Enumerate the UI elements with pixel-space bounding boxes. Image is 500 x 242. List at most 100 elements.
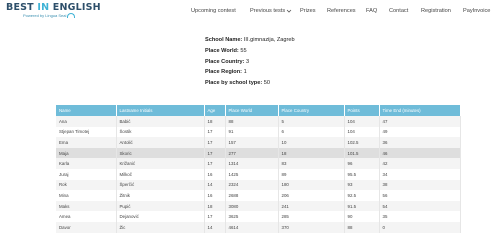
cell-place-world: 277 — [225, 147, 279, 159]
cell-name: Davor — [56, 221, 117, 233]
place-school-type-value: 50 — [263, 80, 270, 87]
cell-place-country: 180 — [278, 179, 345, 191]
cell-place-world: 3080 — [225, 200, 279, 212]
table-row-highlighted[interactable]: Maja Skoric 17 277 18 101.5 46 — [56, 147, 461, 159]
cell-time-end: 34 — [379, 168, 461, 180]
table-row: Davor Žic 14 4614 370 88 0 — [56, 221, 461, 233]
cell-lastname: Šperčić — [116, 179, 205, 191]
column-header-lastname[interactable]: Lastname Initials — [116, 105, 205, 116]
logo-tagline: Powered by Lingua Seal — [23, 13, 76, 18]
nav-pay-invoice[interactable]: PayInvoice — [463, 6, 490, 16]
table-row: Maks Pupić 18 3080 241 91.5 54 — [56, 200, 461, 212]
top-navigation-bar: BEST IN ENGLISH Powered by Lingua Seal U… — [0, 0, 500, 26]
nav-faq[interactable]: FAQ — [366, 6, 377, 16]
school-name-row: School Name: III.gimnazija, Zagreb — [205, 35, 295, 46]
site-logo[interactable]: BEST IN ENGLISH Powered by Lingua Seal — [6, 2, 101, 18]
cell-points: 92.5 — [344, 190, 380, 201]
cell-age: 16 — [204, 168, 226, 180]
cell-age: 17 — [204, 147, 226, 159]
place-country-value: 3 — [246, 58, 250, 65]
cell-place-country: 206 — [278, 190, 345, 201]
table-header-row: Name Lastname Initials Age Place World P… — [56, 105, 461, 116]
cell-lastname: Skoric — [116, 147, 205, 159]
cell-age: 18 — [204, 116, 226, 127]
column-header-points[interactable]: Points — [344, 105, 380, 116]
place-school-type-label: Place by school type: — [205, 80, 263, 87]
cell-points: 95.5 — [344, 168, 380, 180]
cell-place-country: 370 — [278, 221, 345, 233]
cell-time-end: 0 — [379, 221, 461, 233]
cell-points: 91.5 — [344, 200, 380, 212]
cell-name: Rok — [56, 179, 117, 191]
logo-text-in: IN — [33, 2, 53, 13]
cell-place-country: 89 — [278, 168, 345, 180]
cell-lastname: Žitnik — [116, 190, 205, 201]
cell-place-world: 1425 — [225, 168, 279, 180]
place-world-label: Place World: — [205, 47, 239, 54]
cell-place-country: 10 — [278, 137, 345, 148]
cell-time-end: 54 — [379, 200, 461, 212]
cell-place-country: 83 — [278, 158, 345, 169]
nav-references[interactable]: References — [327, 6, 356, 16]
school-name-label: School Name: — [205, 37, 243, 43]
table-row: Ema Antolić 17 157 10 102.5 36 — [56, 137, 461, 148]
nav-registration[interactable]: Registration — [421, 6, 451, 16]
nav-upcoming-contest[interactable]: Upcoming contest — [191, 6, 236, 16]
column-header-place-world[interactable]: Place World — [225, 105, 279, 116]
cell-points: 102.5 — [344, 137, 380, 148]
cell-place-world: 88 — [225, 116, 279, 127]
cell-place-country: 18 — [278, 147, 345, 159]
cell-time-end: 35 — [379, 211, 461, 222]
results-table: Name Lastname Initials Age Place World P… — [56, 105, 461, 233]
cell-lastname: Dejanović — [116, 211, 205, 222]
cell-age: 16 — [204, 190, 226, 201]
cell-place-country: 285 — [278, 211, 345, 222]
cell-place-world: 4614 — [225, 221, 279, 233]
cell-place-world: 1314 — [225, 158, 279, 169]
column-header-time-end[interactable]: Time End (minutes) — [379, 105, 461, 116]
cell-time-end: 38 — [379, 179, 461, 191]
cell-lastname: Šostik — [116, 126, 205, 138]
cell-lastname: Milkoč — [116, 168, 205, 180]
cell-age: 17 — [204, 158, 226, 169]
cell-age: 17 — [204, 126, 226, 138]
place-region-value: 1 — [243, 69, 247, 76]
chevron-down-icon[interactable] — [286, 8, 292, 14]
place-country-row: Place Country: 3 — [205, 57, 295, 68]
logo-text-best: BEST — [6, 2, 34, 13]
cell-name: Ana — [56, 116, 117, 127]
cell-name: Ema — [56, 137, 117, 148]
cell-points: 101.5 — [344, 147, 380, 159]
cell-time-end: 46 — [379, 147, 461, 159]
table-row: Karla Križanić 17 1314 83 96 42 — [56, 158, 461, 169]
table-row: Amea Dejanović 17 3625 285 90 35 — [56, 211, 461, 222]
cell-age: 14 — [204, 221, 226, 233]
logo-seal-icon — [67, 13, 76, 18]
nav-contact[interactable]: Contact — [389, 6, 408, 16]
cell-lastname: Pupić — [116, 200, 205, 212]
cell-lastname: Babić — [116, 116, 205, 127]
nav-prizes[interactable]: Prizes — [300, 6, 316, 16]
cell-name: Karla — [56, 158, 117, 169]
cell-name: Stjepan Timotej — [56, 126, 117, 138]
cell-age: 14 — [204, 179, 226, 191]
cell-name: Juraj — [56, 168, 117, 180]
cell-place-world: 157 — [225, 137, 279, 148]
cell-name: Mina — [56, 190, 117, 201]
nav-previous-tests[interactable]: Previous tests — [250, 6, 285, 16]
logo-text-english: ENGLISH — [52, 2, 101, 13]
cell-points: 88 — [344, 221, 380, 233]
table-row: Mina Žitnik 16 2688 206 92.5 56 — [56, 190, 461, 201]
table-row: Juraj Milkoč 16 1425 89 95.5 34 — [56, 168, 461, 180]
school-info: School Name: III.gimnazija, Zagreb Place… — [205, 35, 295, 89]
cell-age: 18 — [204, 200, 226, 212]
cell-points: 90 — [344, 211, 380, 222]
table-row: Ana Babić 18 88 5 104 47 — [56, 116, 461, 127]
place-world-row: Place World: 55 — [205, 46, 295, 57]
column-header-age[interactable]: Age — [204, 105, 226, 116]
column-header-name[interactable]: Name — [56, 105, 117, 116]
school-name-value: III.gimnazija, Zagreb — [243, 37, 295, 43]
column-header-place-country[interactable]: Place Country — [278, 105, 345, 116]
cell-place-world: 91 — [225, 126, 279, 138]
cell-time-end: 36 — [379, 137, 461, 148]
